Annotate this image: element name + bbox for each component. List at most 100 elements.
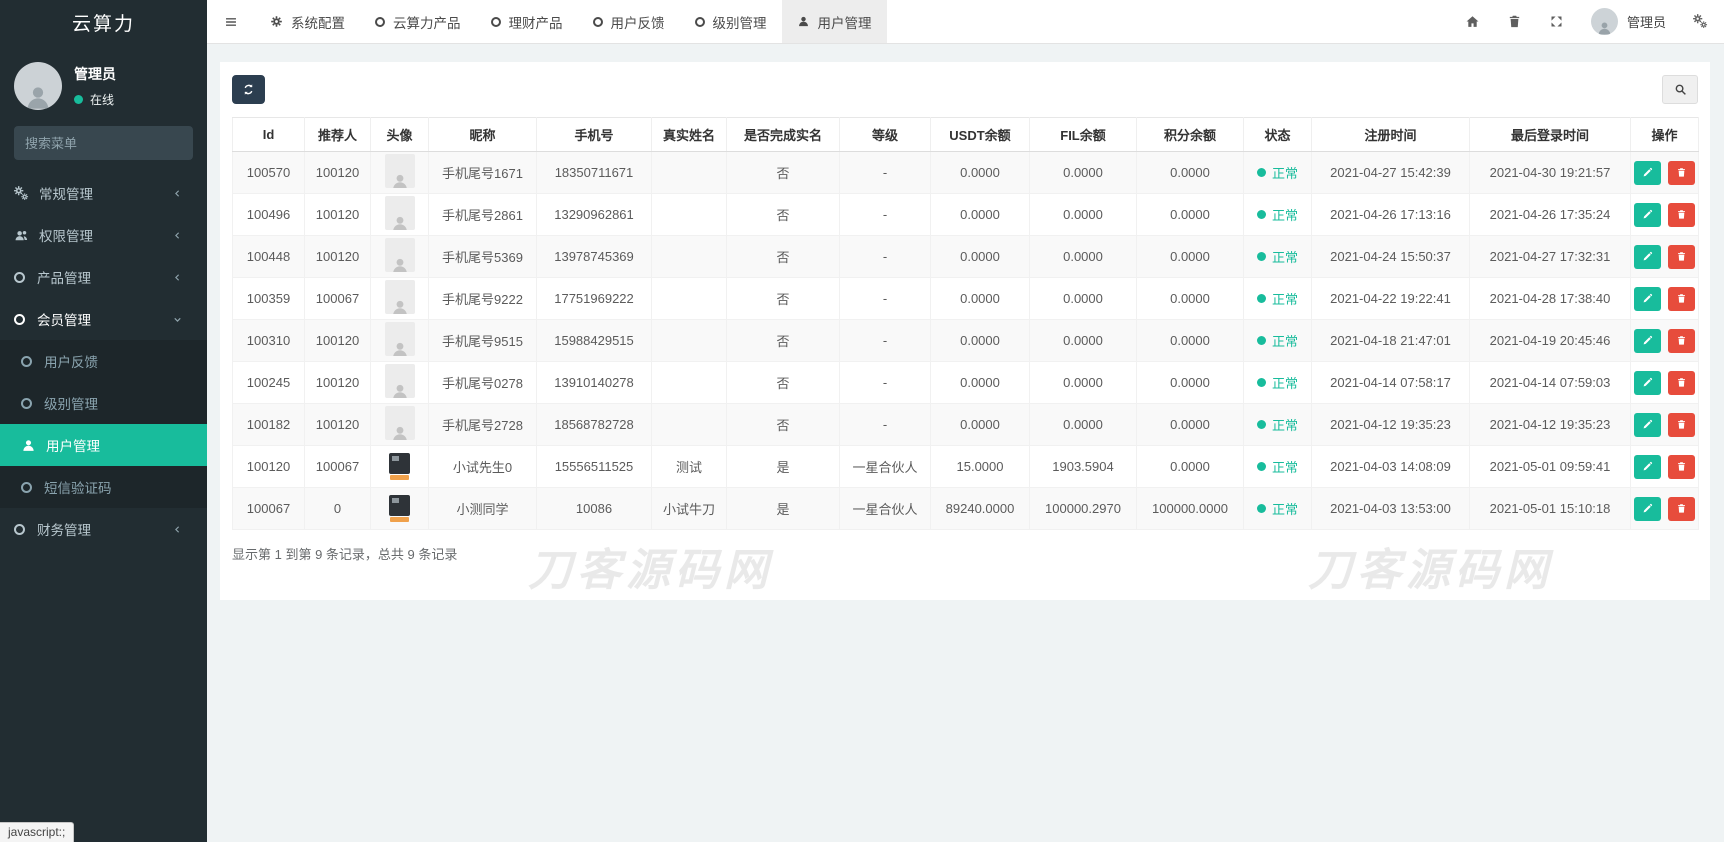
tab-cloud-power-products[interactable]: 云算力产品 xyxy=(360,0,476,43)
cell-nickname: 小试先生0 xyxy=(429,446,537,488)
delete-button[interactable] xyxy=(1668,413,1695,437)
tab-level-management[interactable]: 级别管理 xyxy=(680,0,782,43)
delete-button[interactable] xyxy=(1668,371,1695,395)
cell-actions xyxy=(1631,320,1699,362)
cell-phone: 18350711671 xyxy=(537,152,652,194)
gear-icon xyxy=(270,15,283,28)
clear-cache-button[interactable] xyxy=(1507,14,1522,29)
browser-status-bar: javascript:; xyxy=(0,822,74,842)
avatar-cell xyxy=(371,278,429,320)
column-header: 是否完成实名 xyxy=(727,118,840,152)
table-search-button[interactable] xyxy=(1662,75,1698,104)
cell-points-balance: 0.0000 xyxy=(1137,446,1244,488)
sidebar-search-input[interactable] xyxy=(25,136,201,151)
cell-referrer: 100120 xyxy=(305,194,371,236)
pencil-icon xyxy=(1642,335,1653,346)
avatar-placeholder xyxy=(385,364,415,398)
refresh-icon xyxy=(242,83,255,96)
edit-button[interactable] xyxy=(1634,287,1661,311)
table-row: 100310 100120 手机尾号9515 15988429515 否 - 0… xyxy=(233,320,1699,362)
pencil-icon xyxy=(1642,251,1653,262)
avatar xyxy=(1591,8,1618,35)
delete-button[interactable] xyxy=(1668,287,1695,311)
cell-id: 100570 xyxy=(233,152,305,194)
edit-button[interactable] xyxy=(1634,245,1661,269)
column-header: 积分余额 xyxy=(1137,118,1244,152)
column-header: 注册时间 xyxy=(1312,118,1470,152)
user-icon xyxy=(390,382,410,398)
refresh-button[interactable] xyxy=(232,75,265,104)
cell-phone: 15556511525 xyxy=(537,446,652,488)
cell-fil-balance: 0.0000 xyxy=(1030,362,1137,404)
sidebar-item-finance[interactable]: 财务管理 xyxy=(0,508,207,550)
settings-button[interactable] xyxy=(1693,14,1708,29)
table-header-row: Id推荐人头像昵称手机号真实姓名是否完成实名等级USDT余额FIL余额积分余额状… xyxy=(233,118,1699,152)
column-header: USDT余额 xyxy=(931,118,1030,152)
trash-icon xyxy=(1676,293,1687,304)
table-row: 100120 100067 小试先生0 15556511525 测试 是 一星合… xyxy=(233,446,1699,488)
user-icon xyxy=(390,424,410,440)
delete-button[interactable] xyxy=(1668,455,1695,479)
delete-button[interactable] xyxy=(1668,161,1695,185)
sidebar-item-general[interactable]: 常规管理 xyxy=(0,172,207,214)
cell-points-balance: 0.0000 xyxy=(1137,320,1244,362)
cell-fil-balance: 0.0000 xyxy=(1030,194,1137,236)
pencil-icon xyxy=(1642,167,1653,178)
user-icon xyxy=(21,438,36,453)
edit-button[interactable] xyxy=(1634,203,1661,227)
tab-user-feedback[interactable]: 用户反馈 xyxy=(578,0,680,43)
status-text: 正常 xyxy=(1272,415,1298,434)
cell-nickname: 手机尾号0278 xyxy=(429,362,537,404)
delete-button[interactable] xyxy=(1668,497,1695,521)
cell-referrer: 100120 xyxy=(305,404,371,446)
trash-icon xyxy=(1676,251,1687,262)
tab-wealth-products[interactable]: 理财产品 xyxy=(476,0,578,43)
edit-button[interactable] xyxy=(1634,329,1661,353)
sidebar-item-label: 用户反馈 xyxy=(44,351,98,371)
user-icon xyxy=(797,15,810,28)
cell-verified: 否 xyxy=(727,278,840,320)
cell-actions xyxy=(1631,236,1699,278)
cell-last-login-time: 2021-04-19 20:45:46 xyxy=(1470,320,1631,362)
sidebar-item-products[interactable]: 产品管理 xyxy=(0,256,207,298)
cell-register-time: 2021-04-24 15:50:37 xyxy=(1312,236,1470,278)
chevron-down-icon xyxy=(172,314,183,325)
navbar-user-menu[interactable]: 管理员 xyxy=(1591,8,1666,35)
delete-button[interactable] xyxy=(1668,329,1695,353)
tab-label: 系统配置 xyxy=(291,12,345,32)
column-header: 等级 xyxy=(840,118,931,152)
edit-button[interactable] xyxy=(1634,161,1661,185)
tab-label: 理财产品 xyxy=(509,12,563,32)
cell-level: - xyxy=(840,362,931,404)
status-text: 正常 xyxy=(1272,457,1298,476)
home-button[interactable] xyxy=(1465,14,1480,29)
tab-system-config[interactable]: 系统配置 xyxy=(255,0,360,43)
tab-user-management[interactable]: 用户管理 xyxy=(782,0,887,43)
user-icon xyxy=(390,256,410,272)
delete-button[interactable] xyxy=(1668,245,1695,269)
delete-button[interactable] xyxy=(1668,203,1695,227)
edit-button[interactable] xyxy=(1634,455,1661,479)
sidebar-item-user-management[interactable]: 用户管理 xyxy=(0,424,207,466)
tab-label: 用户管理 xyxy=(818,12,872,32)
sidebar-item-members[interactable]: 会员管理 xyxy=(0,298,207,340)
cell-phone: 18568782728 xyxy=(537,404,652,446)
cell-actions xyxy=(1631,152,1699,194)
search-icon xyxy=(1674,83,1687,96)
edit-button[interactable] xyxy=(1634,497,1661,521)
fullscreen-button[interactable] xyxy=(1549,14,1564,29)
column-header: 真实姓名 xyxy=(652,118,727,152)
column-header: 最后登录时间 xyxy=(1470,118,1631,152)
circle-icon xyxy=(375,17,385,27)
table-row: 100067 0 小测同学 10086 小试牛刀 是 一星合伙人 89240.0… xyxy=(233,488,1699,530)
sidebar-item-user-feedback[interactable]: 用户反馈 xyxy=(0,340,207,382)
table-row: 100496 100120 手机尾号2861 13290962861 否 - 0… xyxy=(233,194,1699,236)
sidebar-toggle-button[interactable] xyxy=(207,0,255,43)
edit-button[interactable] xyxy=(1634,413,1661,437)
cell-last-login-time: 2021-04-28 17:38:40 xyxy=(1470,278,1631,320)
sidebar-item-sms-code[interactable]: 短信验证码 xyxy=(0,466,207,508)
sidebar-item-level-management[interactable]: 级别管理 xyxy=(0,382,207,424)
sidebar-item-permissions[interactable]: 权限管理 xyxy=(0,214,207,256)
edit-button[interactable] xyxy=(1634,371,1661,395)
cell-status: 正常 xyxy=(1244,362,1312,404)
